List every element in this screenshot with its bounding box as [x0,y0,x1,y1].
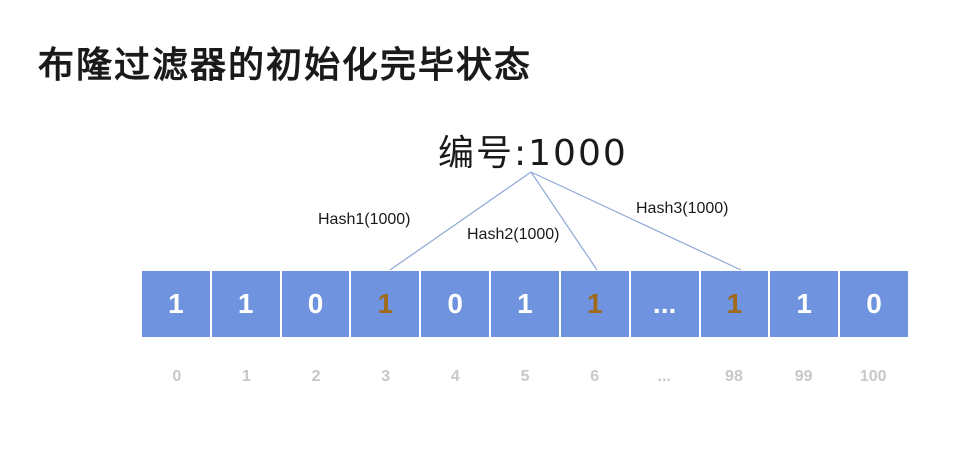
bit-cell-6: 1 [560,271,631,337]
bit-cell-5: 1 [491,271,561,337]
index-label-ellipsis: ... [657,368,671,385]
hash1-connector-line [389,171,532,271]
index-label-100: 100 [859,368,887,385]
bit-cell-98: 1 [700,271,771,337]
hash3-connector-line [530,171,742,271]
hash1-label: Hash1(1000) [318,211,411,228]
bit-cell-3: 1 [351,271,422,337]
index-label-1: 1 [242,368,251,385]
index-label-99: 99 [794,368,813,385]
bit-cell-100: 0 [840,271,908,337]
bit-array: 1 1 0 1 0 1 1 ... 1 1 0 [142,271,908,337]
bit-cell-4: 0 [421,271,492,337]
bit-cell-99: 1 [770,271,841,337]
bit-cell-1: 1 [211,271,282,337]
index-label-2: 2 [311,368,321,385]
hash2-label: Hash2(1000) [467,226,560,243]
bit-cell-2: 0 [281,271,352,337]
index-label-5: 5 [520,368,530,385]
index-label-3: 3 [381,368,391,385]
bit-cell-ellipsis: ... [630,271,701,337]
index-label-6: 6 [590,368,600,385]
hash2-connector-line [530,171,598,271]
hash3-label: Hash3(1000) [636,200,729,217]
index-label-4: 4 [450,368,460,385]
index-row: 0 1 2 3 4 5 6 ... 98 99 100 [142,368,908,386]
index-label-98: 98 [725,368,743,385]
index-label-0: 0 [172,368,182,385]
bit-cell-0: 1 [142,271,212,337]
